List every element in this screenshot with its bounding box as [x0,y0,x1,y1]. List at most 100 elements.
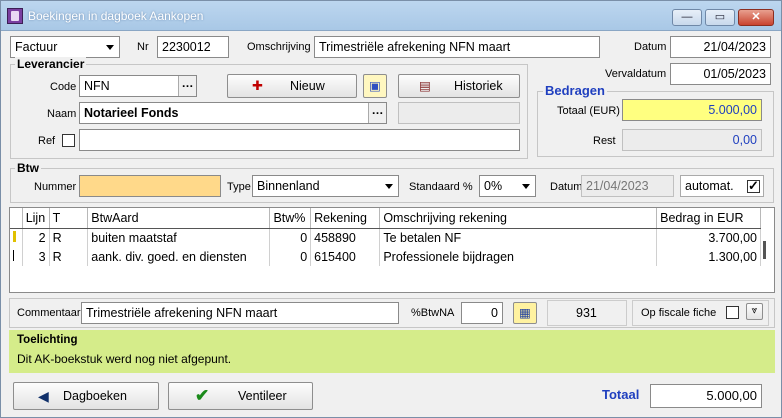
commentaar-field[interactable]: Trimestriële afrekening NFN maart [81,302,399,324]
ref-label: Ref [38,135,56,147]
btwna-field[interactable]: 0 [461,302,503,324]
omschrijving-field[interactable]: Trimestriële afrekening NFN maart [314,36,600,58]
col-rekening[interactable]: Rekening [310,208,381,229]
datum-field[interactable]: 21/04/2023 [670,36,771,58]
count-value: 931 [576,306,597,320]
omschrijving-label: Omschrijving [247,41,311,53]
cell-lijn[interactable]: 3 [22,247,50,266]
cell-lijn[interactable]: 2 [22,228,50,247]
btw-type-label: Type [227,181,251,193]
fiscale-label: Op fiscale fiche [641,307,717,319]
title-bar[interactable]: Boekingen in dagboek Aankopen — ▭ ✕ [1,1,781,31]
bedragen-title: Bedragen [543,83,607,98]
chevron-down-icon[interactable] [380,176,398,196]
table-row[interactable]: 2 R buiten maatstaf 0 458890 Te betalen … [10,228,761,247]
automat-checkbox[interactable] [747,178,760,194]
grid-scrollbar[interactable] [763,241,766,259]
minimize-icon: — [681,11,693,23]
fiscale-checkbox[interactable] [726,306,739,319]
naam-field[interactable]: Notarieel Fonds … [79,102,387,124]
cell-t[interactable]: R [49,247,89,266]
cell-omschrijving[interactable]: Professionele bijdragen [379,247,658,266]
totaal-eur-field[interactable]: 5.000,00 [622,99,762,121]
contact-card-button[interactable]: ▣ [363,74,387,98]
btw-datum-field: 21/04/2023 [581,175,674,197]
standaard-select[interactable]: 0% [479,175,536,197]
nr-field[interactable]: 2230012 [157,36,229,58]
leverancier-title: Leverancier [15,57,87,71]
window-title: Boekingen in dagboek Aankopen [28,9,204,23]
btw-type-select[interactable]: Binnenland [252,175,399,197]
rest-field: 0,00 [622,129,762,151]
col-btw-pct[interactable]: Btw% [269,208,312,229]
chevron-down-icon[interactable] [101,37,119,57]
col-omschrijving[interactable]: Omschrijving rekening [379,208,658,229]
cell-t[interactable]: R [49,228,89,247]
naam-label: Naam [47,108,77,120]
btw-datum-label: Datum [550,181,583,193]
cell-omschrijving[interactable]: Te betalen NF [379,228,658,247]
chevron-down-icon: ⩔ [751,305,758,316]
contact-card-icon: ▣ [369,79,381,93]
btw-title: Btw [15,161,41,175]
ventileer-button[interactable]: ✔ Ventileer [168,382,313,410]
minimize-button[interactable]: — [672,9,702,26]
col-bedrag[interactable]: Bedrag in EUR [656,208,761,229]
cell-btw-pct[interactable]: 0 [269,247,312,266]
standaard-value: 0% [484,179,503,193]
checkmark-icon: ✔ [195,386,210,405]
chevron-down-icon[interactable] [517,176,535,196]
maximize-icon: ▭ [714,11,726,23]
btw-nummer-label: Nummer [34,181,77,193]
standaard-label: Standaard % [409,181,473,193]
nieuw-button[interactable]: ✚ Nieuw [227,74,357,98]
cell-rekening[interactable]: 458890 [310,228,381,247]
ref-checkbox[interactable] [62,134,75,147]
dagboeken-label: Dagboeken [63,389,127,403]
app-icon [7,8,23,24]
expand-button[interactable]: ⩔ [746,303,763,320]
commentaar-label: Commentaar [17,307,81,319]
rest-label: Rest [593,135,616,147]
btwna-label: %BtwNA [411,307,455,319]
naam-lookup-button[interactable]: … [368,103,386,123]
naam-extra-field [398,102,520,124]
code-label: Code [50,81,77,93]
add-icon: ✚ [252,78,263,93]
doc-type-select[interactable]: Factuur [10,36,120,58]
code-field[interactable]: NFN … [79,75,197,97]
col-lijn[interactable]: Lijn [22,208,50,229]
code-lookup-button[interactable]: … [178,76,196,96]
table-row[interactable]: 3 R aank. div. goed. en diensten 0 61540… [10,247,761,266]
automat-label: automat. [685,179,734,193]
historiek-button[interactable]: ▤ Historiek [398,74,520,98]
vervaldatum-field[interactable]: 01/05/2023 [670,63,771,85]
maximize-button[interactable]: ▭ [705,9,735,26]
booking-window: Boekingen in dagboek Aankopen — ▭ ✕ Fact… [0,0,782,418]
col-btwaard[interactable]: BtwAard [87,208,271,229]
ventileer-label: Ventileer [238,389,287,403]
cell-btwaard[interactable]: aank. div. goed. en diensten [87,247,271,266]
cell-rekening[interactable]: 615400 [310,247,381,266]
dagboeken-button[interactable]: ◀ Dagboeken [13,382,159,410]
back-arrow-icon: ◀ [38,388,49,404]
booking-lines-table: Lijn T BtwAard Btw% Rekening Omschrijvin… [10,208,761,266]
nieuw-label: Nieuw [290,79,325,93]
totaal-field: 5.000,00 [650,384,762,408]
cell-btwaard[interactable]: buiten maatstaf [87,228,271,247]
close-button[interactable]: ✕ [738,9,774,26]
datum-label: Datum [634,41,667,53]
current-row-indicator [10,228,23,247]
col-t[interactable]: T [49,208,89,229]
cell-bedrag[interactable]: 1.300,00 [656,247,761,266]
calculator-icon: ▦ [519,306,531,320]
cell-btw-pct[interactable]: 0 [269,228,312,247]
calculator-button[interactable]: ▦ [513,302,537,324]
ref-field[interactable] [79,129,520,151]
cell-bedrag[interactable]: 3.700,00 [656,228,761,247]
history-icon: ▤ [419,79,431,93]
toelichting-panel: Toelichting Dit AK-boekstuk werd nog nie… [9,330,775,373]
toelichting-title: Toelichting [17,334,78,346]
btw-nummer-field[interactable] [79,175,221,197]
doc-type-value: Factuur [15,40,58,54]
